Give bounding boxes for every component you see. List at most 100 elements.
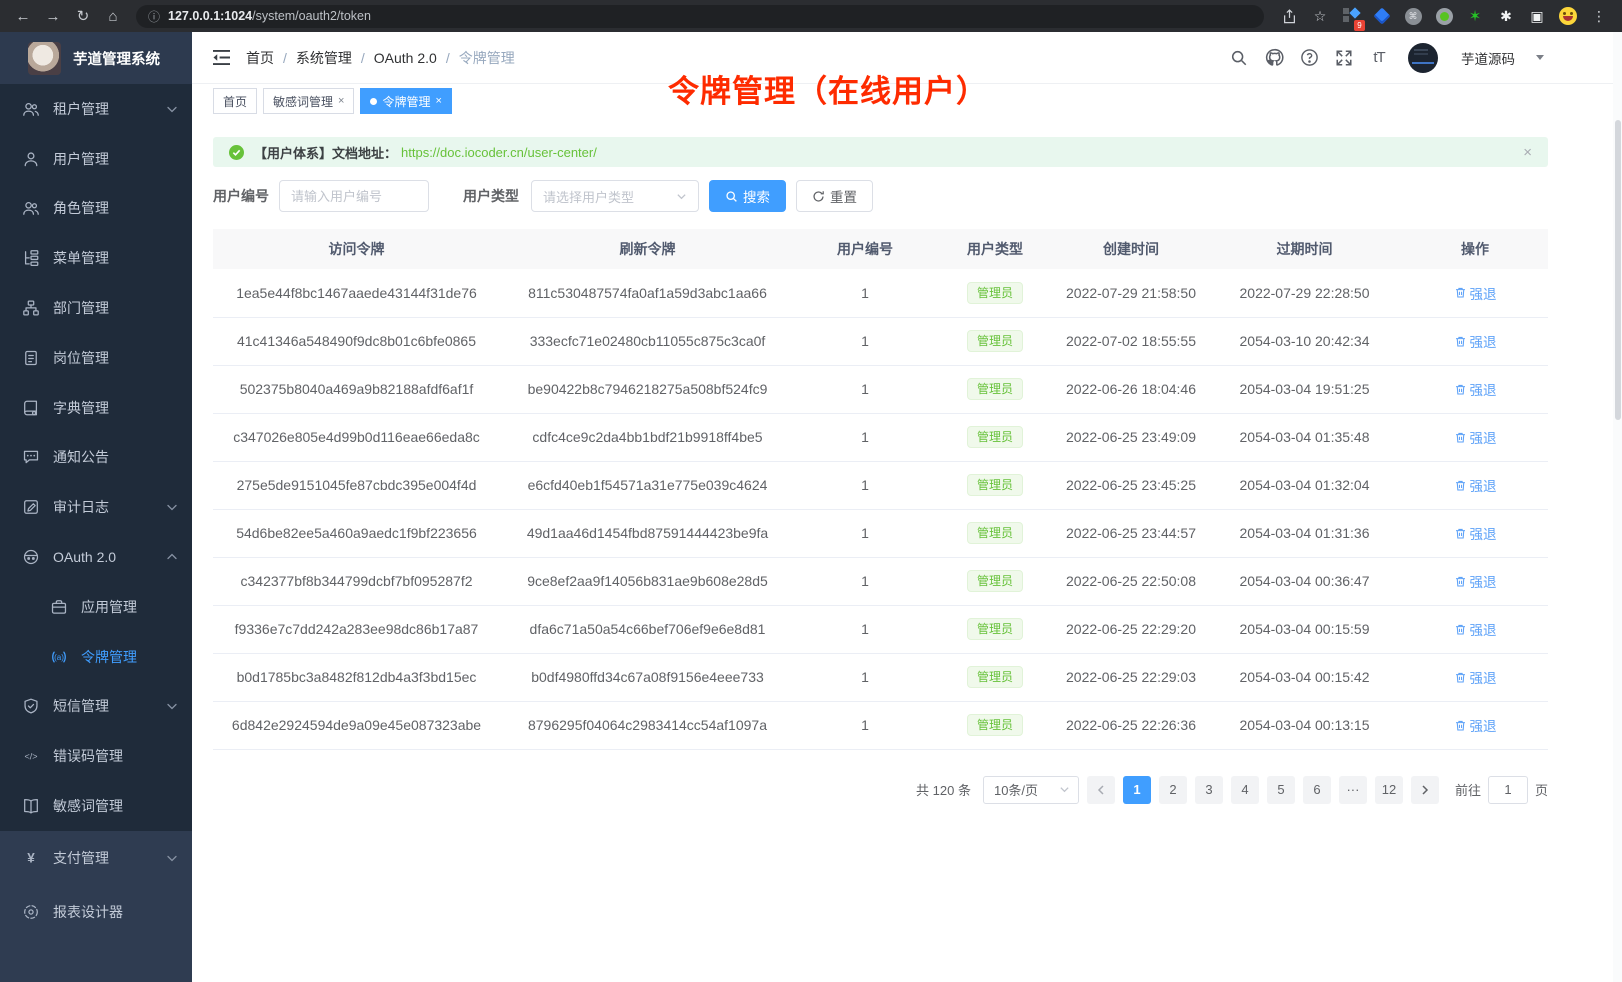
refresh-token-cell: e6cfd40eb1f54571a31e775e039c4624	[500, 461, 795, 509]
browser-home-icon[interactable]: ⌂	[100, 4, 126, 28]
menu-fold-icon[interactable]	[208, 45, 234, 71]
page-scrollbar[interactable]	[1613, 32, 1622, 982]
user-name[interactable]: 芋道源码	[1461, 48, 1515, 68]
address-bar[interactable]: ⓘ 127.0.0.1:1024/system/oauth2/token	[136, 5, 1264, 28]
browser-back-icon[interactable]: ←	[10, 4, 36, 28]
goto-page-input[interactable]	[1488, 776, 1528, 804]
app-logo-band[interactable]: 芋道管理系统	[0, 32, 192, 84]
scrollbar-thumb[interactable]	[1615, 120, 1621, 420]
search-button[interactable]: 搜索	[709, 180, 786, 212]
share-icon[interactable]	[1280, 7, 1298, 25]
force-logout-link[interactable]: 强退	[1454, 571, 1497, 591]
site-info-icon[interactable]: ⓘ	[148, 8, 160, 25]
page-button-3[interactable]: 3	[1195, 776, 1223, 804]
sidebar-item-sensitive-word[interactable]: 敏感词管理	[0, 781, 192, 831]
page-button-6[interactable]: 6	[1303, 776, 1331, 804]
user-type-cell: 管理员	[935, 269, 1055, 317]
chevron-down-icon	[166, 103, 178, 115]
page-button-4[interactable]: 4	[1231, 776, 1259, 804]
force-logout-link[interactable]: 强退	[1454, 475, 1497, 495]
browser-reload-icon[interactable]: ↻	[70, 4, 96, 28]
refresh-token-cell: dfa6c71a50a54c66bef706ef9e6e8d81	[500, 605, 795, 653]
sidebar-item-label: 用户管理	[53, 149, 178, 169]
page-ellipsis[interactable]: ···	[1339, 776, 1367, 804]
tab-首页[interactable]: 首页	[213, 88, 257, 114]
sidebar-item-role[interactable]: 角色管理	[0, 184, 192, 234]
force-logout-link[interactable]: 强退	[1454, 619, 1497, 639]
page-button-1[interactable]: 1	[1123, 776, 1151, 804]
breadcrumb-item[interactable]: 首页	[246, 48, 274, 68]
command-extension-icon[interactable]: ⌘	[1404, 7, 1422, 25]
tab-令牌管理[interactable]: 令牌管理×	[360, 88, 451, 114]
sidebar-item-tenant[interactable]: 租户管理	[0, 84, 192, 134]
prev-page-button[interactable]	[1087, 776, 1115, 804]
chevron-down-icon	[166, 852, 178, 864]
help-icon[interactable]	[1299, 48, 1319, 68]
force-logout-link[interactable]: 强退	[1454, 523, 1497, 543]
create-time-cell: 2022-06-25 22:26:36	[1055, 701, 1207, 749]
refresh-token-cell: b0df4980ffd34c67a08f9156e4eee733	[500, 653, 795, 701]
reset-button[interactable]: 重置	[796, 180, 873, 212]
sidebar-item-sms[interactable]: 短信管理	[0, 682, 192, 732]
tab-close-icon[interactable]: ×	[338, 95, 344, 107]
user-type-tag: 管理员	[967, 474, 1023, 496]
sidebar-item-error-code[interactable]: </>错误码管理	[0, 731, 192, 781]
user-type-select[interactable]: 请选择用户类型	[531, 180, 699, 212]
font-size-icon[interactable]: tT	[1369, 48, 1389, 68]
sidebar-item-oauth2-token[interactable]: (a)令牌管理	[0, 632, 192, 682]
sidebar-item-oauth2[interactable]: OAuth 2.0	[0, 532, 192, 582]
force-logout-link[interactable]: 强退	[1454, 715, 1497, 735]
force-logout-link[interactable]: 强退	[1454, 667, 1497, 687]
extension-grid-icon[interactable]: 9	[1342, 7, 1360, 25]
sidebar-item-audit-log[interactable]: 审计日志	[0, 482, 192, 532]
force-logout-link[interactable]: 强退	[1454, 427, 1497, 447]
user-avatar[interactable]	[1408, 43, 1438, 73]
search-icon[interactable]	[1229, 48, 1249, 68]
sidebar-item-pay[interactable]: ¥支付管理	[0, 831, 192, 885]
app-title: 芋道管理系统	[73, 48, 160, 69]
user-id-input[interactable]	[279, 180, 429, 212]
sidebar-item-dept[interactable]: 部门管理	[0, 283, 192, 333]
breadcrumb-item[interactable]: 系统管理	[296, 48, 352, 68]
bookmark-star-icon[interactable]: ☆	[1311, 7, 1329, 25]
force-logout-link[interactable]: 强退	[1454, 283, 1497, 303]
profile-avatar-icon[interactable]	[1559, 7, 1577, 25]
page-button-12[interactable]: 12	[1375, 776, 1403, 804]
sidebar-item-dict[interactable]: 字典管理	[0, 383, 192, 433]
breadcrumb-item[interactable]: OAuth 2.0	[374, 50, 437, 66]
page-size-select[interactable]: 10条/页	[983, 776, 1079, 804]
next-page-button[interactable]	[1411, 776, 1439, 804]
green-star-extension-icon[interactable]: ✶	[1466, 7, 1484, 25]
user-menu-caret-icon[interactable]	[1536, 55, 1544, 64]
shield-icon	[21, 697, 40, 716]
sidebar-item-notice[interactable]: 通知公告	[0, 433, 192, 483]
fullscreen-icon[interactable]	[1334, 48, 1354, 68]
browser-menu-icon[interactable]: ⋮	[1590, 7, 1608, 25]
side-panel-icon[interactable]: ▣	[1528, 7, 1546, 25]
recorder-extension-icon[interactable]	[1435, 7, 1453, 25]
github-icon[interactable]	[1264, 48, 1284, 68]
chevron-down-icon	[676, 191, 687, 202]
force-logout-link[interactable]: 强退	[1454, 331, 1497, 351]
sidebar-item-post[interactable]: 岗位管理	[0, 333, 192, 383]
puzzle-extension-icon[interactable]: ✱	[1497, 7, 1515, 25]
sidebar-item-oauth2-app[interactable]: 应用管理	[0, 582, 192, 632]
alert-close-icon[interactable]: ×	[1523, 144, 1532, 161]
doc-link[interactable]: https://doc.iocoder.cn/user-center/	[401, 145, 597, 160]
sidebar-item-menu[interactable]: 菜单管理	[0, 233, 192, 283]
tab-close-icon[interactable]: ×	[435, 95, 441, 107]
operation-cell: 强退	[1402, 509, 1548, 557]
browser-forward-icon[interactable]: →	[40, 4, 66, 28]
tab-敏感词管理[interactable]: 敏感词管理×	[263, 88, 354, 114]
table-row: c342377bf8b344799dcbf7bf095287f29ce8ef2a…	[213, 557, 1548, 605]
force-logout-link[interactable]: 强退	[1454, 379, 1497, 399]
sidebar-item-user[interactable]: 用户管理	[0, 134, 192, 184]
yen-icon: ¥	[21, 848, 40, 867]
page-button-5[interactable]: 5	[1267, 776, 1295, 804]
gem-extension-icon[interactable]	[1373, 7, 1391, 25]
column-header: 操作	[1402, 229, 1548, 269]
sidebar-item-report[interactable]: 报表设计器	[0, 885, 192, 939]
page-button-2[interactable]: 2	[1159, 776, 1187, 804]
chevron-down-icon	[1059, 784, 1070, 795]
table-row: c347026e805e4d99b0d116eae66eda8ccdfc4ce9…	[213, 413, 1548, 461]
